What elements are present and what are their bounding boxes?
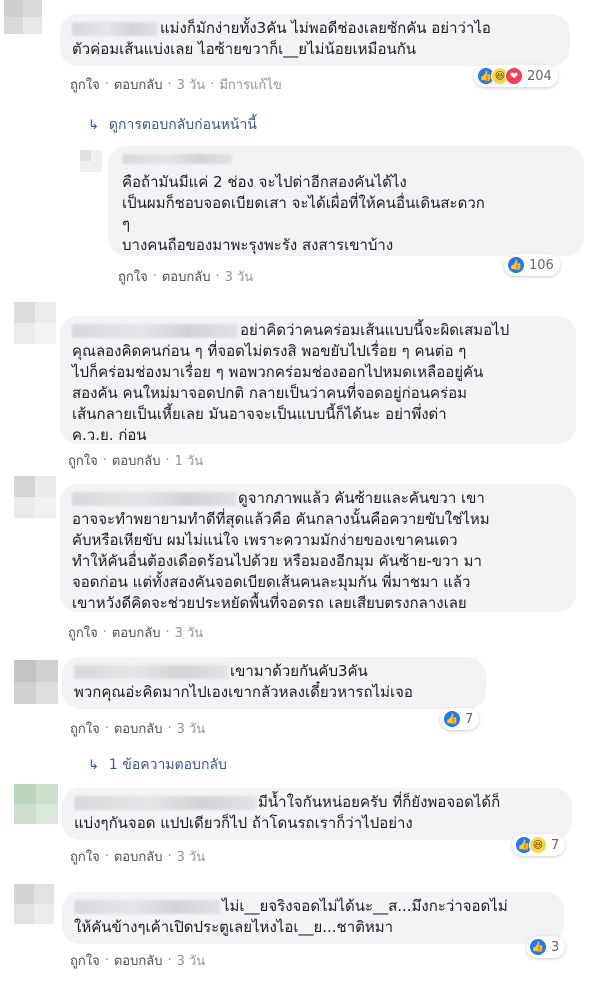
avatar[interactable] xyxy=(14,660,58,704)
comment-text-line: เส้นกลายเป็นเหี้ยเลย มันอาจจะเป็นแบบนี้ก… xyxy=(72,405,447,423)
reaction-summary[interactable]: 👍 😆 7 xyxy=(512,834,566,856)
reply-link[interactable]: ตอบกลับ xyxy=(114,74,163,95)
blurred-username[interactable] xyxy=(72,491,236,506)
reply-link[interactable]: ตอบกลับ xyxy=(114,846,163,867)
comment-text-line: เป็นผมก็ชอบจอดเบียดเสา จะได้เผื่อที่ให้ค… xyxy=(122,194,485,212)
comment-bubble: ไม่เ__ยจริงจอดไม่ได้นะ__ส...มึงกะว่าจอดไ… xyxy=(62,892,564,944)
reaction-count: 204 xyxy=(527,68,552,84)
comment-actions: ถูกใจ · ตอบกลับ · 3 วัน xyxy=(70,846,205,867)
timestamp[interactable]: 3 วัน xyxy=(175,622,204,643)
view-more-replies[interactable]: ↳ 1 ข้อความตอบกลับ xyxy=(88,754,227,776)
love-icon: ❤ xyxy=(505,67,523,85)
comment-actions: ถูกใจ · ตอบกลับ · 3 วัน · มีการแก้ไข xyxy=(70,74,282,95)
comment-text-line: จอดก่อน แต่ทั้งสองคันจอดเบียดเส้นคนละมุม… xyxy=(72,573,471,591)
comment-actions: ถูกใจ · ตอบกลับ · 3 วัน xyxy=(70,718,205,739)
reply-arrow-icon: ↳ xyxy=(88,117,99,133)
comment-bubble: มีน้ำใจกันหน่อยครับ ที่ก็ยังพอจอดได้ก็ แ… xyxy=(62,788,572,840)
blurred-username[interactable] xyxy=(72,323,238,338)
reaction-count: 7 xyxy=(551,837,560,853)
comment-text-line: เขามาด้วยกันคับ3คัน xyxy=(230,662,368,680)
like-link[interactable]: ถูกใจ xyxy=(68,622,98,643)
view-previous-replies[interactable]: ↳ ดูการตอบกลับก่อนหน้านี้ xyxy=(88,114,257,136)
avatar[interactable] xyxy=(14,302,56,344)
comment-text-line: ดูจากภาพแล้ว คันซ้ายและคันขวา เขา xyxy=(238,489,485,507)
like-link[interactable]: ถูกใจ xyxy=(70,74,100,95)
reaction-count: 106 xyxy=(529,257,554,273)
timestamp[interactable]: 3 วัน xyxy=(177,950,206,971)
comment-actions: ถูกใจ · ตอบกลับ · 3 วัน xyxy=(70,950,205,971)
comment-actions: ถูกใจ · ตอบกลับ · 3 วัน xyxy=(118,266,253,287)
comment-text-line: ไม่เ__ยจริงจอดไม่ได้นะ__ส...มึงกะว่าจอดไ… xyxy=(222,897,508,915)
like-icon: 👍 xyxy=(529,938,547,956)
blurred-username[interactable] xyxy=(72,21,158,36)
avatar[interactable] xyxy=(80,150,102,172)
reply-link[interactable]: ตอบกลับ xyxy=(114,718,163,739)
avatar[interactable] xyxy=(4,0,42,34)
blurred-username[interactable] xyxy=(122,154,232,164)
reaction-summary[interactable]: 👍 7 xyxy=(440,708,480,730)
haha-icon: 😆 xyxy=(529,836,547,854)
like-link[interactable]: ถูกใจ xyxy=(70,846,100,867)
like-link[interactable]: ถูกใจ xyxy=(68,450,98,471)
like-icon: 👍 xyxy=(507,256,525,274)
avatar[interactable] xyxy=(14,476,56,518)
timestamp[interactable]: 3 วัน xyxy=(177,718,206,739)
blurred-username[interactable] xyxy=(74,899,220,914)
comment-text-line: อาจจะทำพยายามทำดีที่สุดแล้วคือ คันกลางนั… xyxy=(72,510,490,528)
comment-text-line: แม่งก็มักง่ายทั้ง3คัน ไม่พอดีช่องเลยซักค… xyxy=(160,19,491,37)
comment-text-line: ให้คันข้างๆเค้าเปิดประตูเลยไหงไอเ__ย...ช… xyxy=(74,918,394,936)
timestamp[interactable]: 3 วัน xyxy=(177,74,206,95)
reply-link[interactable]: ตอบกลับ xyxy=(112,622,161,643)
timestamp[interactable]: 1 วัน xyxy=(175,450,204,471)
view-previous-label: ดูการตอบกลับก่อนหน้านี้ xyxy=(108,117,257,133)
comment-text-line: ทำให้คันอื่นต้องเดือดร้อนไปด้วย หรือมองอ… xyxy=(72,552,482,570)
edited-label[interactable]: มีการแก้ไข xyxy=(219,74,281,95)
comment-bubble: เขามาด้วยกันคับ3คัน พวกคุณอ่ะคิดมากไปเอง… xyxy=(62,657,486,709)
reaction-summary[interactable]: 👍 😆 ❤ 204 xyxy=(474,65,558,87)
timestamp[interactable]: 3 วัน xyxy=(177,846,206,867)
comment-text-line: สองคัน คนใหม่มาจอดปกติ กลายเป็นว่าคนที่จ… xyxy=(72,384,467,402)
comment-text-line: คือถ้ามันมีแค่ 2 ช่อง จะไปด่าอีกสองคันได… xyxy=(122,173,407,191)
reaction-summary[interactable]: 👍 106 xyxy=(504,254,560,276)
comment-text-line: ค.ว.ย. ก่อน xyxy=(72,426,147,444)
avatar[interactable] xyxy=(14,884,54,924)
comment-text-line: ตัวค่อมเส้นแบ่งเลย ไอซ้ายขวาก็เ__ยไม่น้อ… xyxy=(72,40,417,58)
like-icon: 👍 xyxy=(443,710,461,728)
reaction-count: 3 xyxy=(551,939,560,955)
reply-link[interactable]: ตอบกลับ xyxy=(114,950,163,971)
comment-bubble: ดูจากภาพแล้ว คันซ้ายและคันขวา เขา อาจจะท… xyxy=(60,484,576,612)
comment-text-line: มีน้ำใจกันหน่อยครับ ที่ก็ยังพอจอดได้ก็ xyxy=(258,793,501,811)
comment-bubble: คือถ้ามันมีแค่ 2 ช่อง จะไปด่าอีกสองคันได… xyxy=(108,146,584,256)
comment-text-line: แบ่งๆกันจอด แปปเดียวก็ไป ถ้าโดนรถเราก็ว่… xyxy=(74,814,413,832)
comment-actions: ถูกใจ · ตอบกลับ · 1 วัน xyxy=(68,450,203,471)
reply-link[interactable]: ตอบกลับ xyxy=(162,266,211,287)
comment-bubble: อย่าคิดว่าคนคร่อมเส้นแบบนี้จะผิดเสมอไป ค… xyxy=(60,316,576,444)
blurred-username[interactable] xyxy=(74,795,256,810)
comment-actions: ถูกใจ · ตอบกลับ · 3 วัน xyxy=(68,622,203,643)
comment-text-line: พวกคุณอ่ะคิดมากไปเองเขากลัวหลงเดี๋ยวหารถ… xyxy=(74,683,413,701)
comment-text-line: ไปก็คร่อมช่องมาเรื่อย ๆ พอพวกคร่อมช่องออ… xyxy=(72,363,484,381)
comment-text-line: ๆ xyxy=(122,215,131,233)
comment-text-line: คับหรือเหียขับ ผมไม่แน่ใจ เพราะความมักง่… xyxy=(72,531,458,549)
comment-text-line: เขาหวังดีคิดจะช่วยประหยัดพื้นที่จอดรถ เล… xyxy=(72,594,467,612)
avatar[interactable] xyxy=(14,784,58,824)
comment-bubble: แม่งก็มักง่ายทั้ง3คัน ไม่พอดีช่องเลยซักค… xyxy=(60,14,570,66)
reaction-summary[interactable]: 👍 3 xyxy=(526,936,566,958)
reply-link[interactable]: ตอบกลับ xyxy=(112,450,161,471)
blurred-username[interactable] xyxy=(74,664,228,679)
like-link[interactable]: ถูกใจ xyxy=(70,718,100,739)
like-link[interactable]: ถูกใจ xyxy=(70,950,100,971)
like-link[interactable]: ถูกใจ xyxy=(118,266,148,287)
reaction-count: 7 xyxy=(465,711,474,727)
timestamp[interactable]: 3 วัน xyxy=(225,266,254,287)
comment-text-line: บางคนถือของมาพะรุงพะรัง สงสารเขาบ้าง xyxy=(122,236,394,254)
reply-arrow-icon: ↳ xyxy=(88,757,99,773)
comment-text-line: อย่าคิดว่าคนคร่อมเส้นแบบนี้จะผิดเสมอไป xyxy=(240,321,510,339)
comment-text-line: คุณลองคิดคนก่อน ๆ ที่จอดไม่ตรงสิ พอขยับไ… xyxy=(72,342,467,360)
more-replies-label: 1 ข้อความตอบกลับ xyxy=(108,757,227,773)
